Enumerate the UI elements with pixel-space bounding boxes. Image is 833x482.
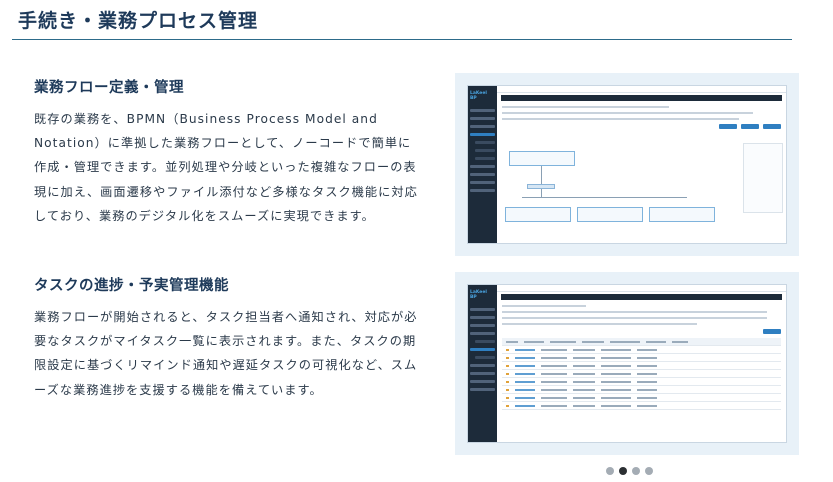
- nav-item: [470, 388, 495, 391]
- app-window: LaKeel BP: [467, 284, 787, 443]
- nav-item-active: [470, 348, 495, 351]
- table-row: [502, 370, 781, 378]
- table-row: [502, 362, 781, 370]
- nav-item: [470, 308, 495, 311]
- search-row: [502, 311, 768, 313]
- flow-task-node: [649, 207, 715, 222]
- section-body: 既存の業務を、BPMN（Business Process Model and N…: [34, 112, 418, 223]
- search-label: [502, 305, 586, 307]
- section-body: 業務フローが開始されると、タスク担当者へ通知され、対応が必要なタスクがマイタスク…: [34, 310, 418, 397]
- flow-task-node: [505, 207, 571, 222]
- flow-task-node: [577, 207, 643, 222]
- app-main: [497, 86, 786, 243]
- feature-section-flow: 業務フロー定義・管理 既存の業務を、BPMN（Business Process …: [34, 76, 424, 228]
- table-row: [502, 394, 781, 402]
- flow-canvas: [497, 103, 786, 243]
- search-row: [502, 317, 768, 319]
- form-row: [502, 112, 754, 114]
- nav-item: [470, 364, 495, 367]
- app-window: LaKeel BP: [467, 85, 787, 244]
- action-button: [763, 124, 781, 129]
- nav-item: [470, 189, 495, 192]
- search-button: [763, 329, 781, 334]
- nav-item: [470, 316, 495, 319]
- nav-item: [470, 380, 495, 383]
- nav-subitem: [475, 141, 495, 144]
- section-heading: 業務フロー定義・管理: [34, 80, 184, 96]
- feature-section-task: タスクの進捗・予実管理機能 業務フローが開始されると、タスク担当者へ通知され、対…: [34, 274, 424, 402]
- nav-subitem: [475, 149, 495, 152]
- carousel-dot[interactable]: [606, 467, 614, 475]
- nav-item: [470, 324, 495, 327]
- title-divider: [12, 39, 792, 40]
- table-row: [502, 354, 781, 362]
- carousel-pagination: [606, 467, 653, 475]
- action-button: [741, 124, 759, 129]
- flow-editor-screenshot: LaKeel BP: [455, 73, 799, 256]
- app-titlebar: [501, 294, 782, 300]
- section-heading: タスクの進捗・予実管理機能: [34, 278, 229, 294]
- nav-item: [470, 181, 495, 184]
- app-header: [497, 285, 786, 292]
- breadcrumb: [502, 106, 670, 108]
- nav-item: [470, 125, 495, 128]
- app-sidebar: LaKeel BP: [468, 285, 497, 442]
- nav-subitem: [475, 340, 495, 343]
- app-logo: LaKeel BP: [470, 290, 487, 300]
- nav-subitem: [475, 157, 495, 160]
- action-button: [719, 124, 737, 129]
- form-row: [502, 118, 740, 120]
- table-row: [502, 386, 781, 394]
- nav-subitem: [475, 356, 495, 359]
- app-main: [497, 285, 786, 442]
- flow-start-node: [509, 151, 575, 166]
- task-list-area: [497, 302, 786, 442]
- task-list-screenshot: LaKeel BP: [455, 272, 799, 455]
- table-row: [502, 402, 781, 410]
- table-row: [502, 346, 781, 354]
- nav-item: [470, 165, 495, 168]
- nav-item: [470, 173, 495, 176]
- properties-panel: [743, 143, 783, 213]
- carousel-dot-active[interactable]: [619, 467, 627, 475]
- flow-connector: [541, 189, 542, 197]
- nav-item: [470, 109, 495, 112]
- nav-item-active: [470, 133, 495, 136]
- table-header: [502, 338, 781, 346]
- app-sidebar: LaKeel BP: [468, 86, 497, 243]
- carousel-dot[interactable]: [645, 467, 653, 475]
- app-titlebar: [501, 95, 782, 101]
- flow-branch-line: [522, 197, 687, 198]
- page-title: 手続き・業務プロセス管理: [18, 10, 259, 32]
- nav-item: [470, 332, 495, 335]
- nav-item: [470, 372, 495, 375]
- table-row: [502, 378, 781, 386]
- nav-item: [470, 117, 495, 120]
- app-header: [497, 86, 786, 93]
- app-logo: LaKeel BP: [470, 91, 487, 101]
- carousel-dot[interactable]: [632, 467, 640, 475]
- flow-connector: [541, 166, 542, 184]
- search-row: [502, 323, 698, 325]
